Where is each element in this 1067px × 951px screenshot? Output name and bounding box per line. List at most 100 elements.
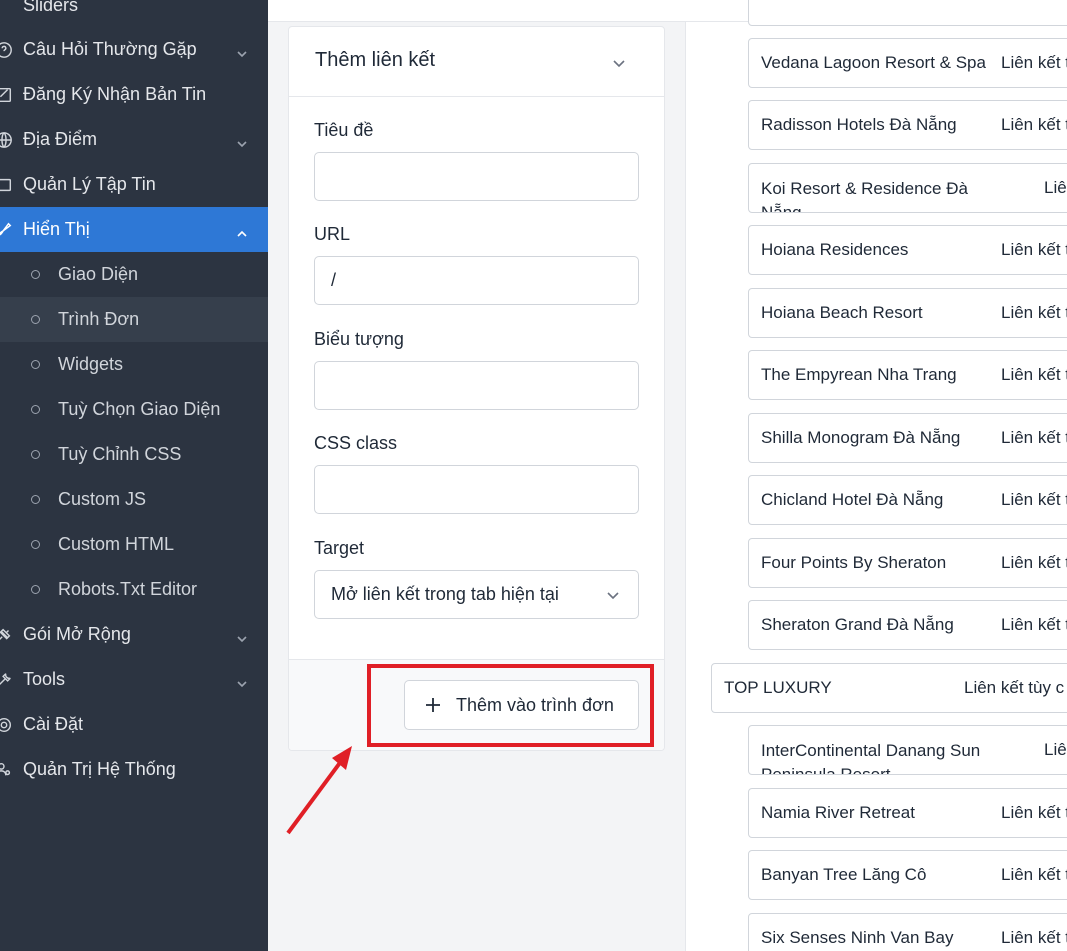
url-label: URL <box>314 224 351 244</box>
tools-icon <box>0 670 14 690</box>
menu-item[interactable]: Chicland Hotel Đà Nẵng Liên kết t <box>748 475 1067 525</box>
menu-item-type: Liên kết tùy c <box>964 678 1065 697</box>
sidebar-subitem-robots[interactable]: Robots.Txt Editor <box>0 567 268 612</box>
css-class-label: CSS class <box>314 433 398 453</box>
sidebar-item-settings[interactable]: Cài Đặt <box>0 702 268 747</box>
menu-item-type: Liên kết t <box>1001 428 1067 447</box>
menu-item-name: Koi Resort & Residence Đà Nẵng <box>761 179 968 213</box>
circle-icon <box>31 585 40 594</box>
menu-item-type: Liên kết t <box>1001 53 1067 72</box>
sidebar-subitem-custom-html[interactable]: Custom HTML <box>0 522 268 567</box>
menu-item-name: TOP LUXURY <box>724 678 832 697</box>
faq-icon <box>0 40 14 60</box>
menu-item[interactable]: Vedana Lagoon Resort & Spa Liên kết t <box>748 38 1067 88</box>
brush-icon <box>0 220 14 240</box>
sidebar-subitem-label: Custom HTML <box>58 534 175 554</box>
sidebar-subitem-custom-css[interactable]: Tuỳ Chỉnh CSS <box>0 432 268 477</box>
menu-item[interactable]: Four Points By Sheraton Liên kết t <box>748 538 1067 588</box>
sidebar-item-label: Câu Hỏi Thường Gặp <box>23 39 197 59</box>
circle-icon <box>31 405 40 414</box>
sidebar-subitem-theme-options[interactable]: Tuỳ Chọn Giao Diện <box>0 387 268 432</box>
sidebar-item-locations[interactable]: Địa Điểm <box>0 117 268 162</box>
chevron-down-icon <box>236 134 248 147</box>
sidebar-subitem-label: Widgets <box>58 354 124 374</box>
menu-item[interactable]: InterContinental Danang Sun Peninsula Re… <box>748 725 1067 775</box>
target-select-value: Mở liên kết trong tab hiện tại <box>331 584 559 604</box>
menu-item[interactable]: Namia River Retreat Liên kết t <box>748 788 1067 838</box>
menu-item-type: Liê <box>1044 178 1067 197</box>
menu-item-name: Sheraton Grand Đà Nẵng <box>761 615 954 634</box>
icon-input[interactable] <box>314 361 639 410</box>
chevron-down-icon <box>236 44 248 57</box>
sidebar-item-tools[interactable]: Tools <box>0 657 268 702</box>
sidebar-subitem-widgets[interactable]: Widgets <box>0 342 268 387</box>
menu-item[interactable]: Six Senses Ninh Van Bay Liên kết t <box>748 913 1067 951</box>
card-title: Thêm liên kết <box>315 49 436 71</box>
css-class-input[interactable] <box>314 465 639 514</box>
menu-item-type: Liên kết t <box>1001 365 1067 384</box>
sidebar-item-label: Sliders <box>23 0 79 15</box>
sidebar-subitem-label: Custom JS <box>58 489 147 509</box>
circle-icon <box>31 450 40 459</box>
menu-item-name: Shilla Monogram Đà Nẵng <box>761 428 961 447</box>
title-label: Tiêu đề <box>314 120 374 140</box>
sidebar-item-platform-admin[interactable]: Quản Trị Hệ Thống <box>0 747 268 792</box>
sidebar-subitem-custom-js[interactable]: Custom JS <box>0 477 268 522</box>
menu-item-partial[interactable] <box>748 0 1067 26</box>
menu-item-name: Hoiana Beach Resort <box>761 303 923 322</box>
target-select[interactable]: Mở liên kết trong tab hiện tại <box>314 570 639 619</box>
card-header[interactable]: Thêm liên kết <box>289 27 664 97</box>
sidebar-item-media[interactable]: Quản Lý Tập Tin <box>0 162 268 207</box>
menu-item-type: Liên kết t <box>1001 803 1067 822</box>
menu-item-name: Chicland Hotel Đà Nẵng <box>761 490 944 509</box>
sidebar-subitem-menus[interactable]: Trình Đơn <box>0 297 268 342</box>
sidebar-subitem-themes[interactable]: Giao Diện <box>0 252 268 297</box>
menu-item-name: Banyan Tree Lăng Cô <box>761 865 927 884</box>
menu-item-name: The Empyrean Nha Trang <box>761 365 957 384</box>
sidebar-item-appearance[interactable]: Hiển Thị <box>0 207 268 252</box>
sidebar-item-plugins[interactable]: Gói Mở Rộng <box>0 612 268 657</box>
url-input[interactable]: / <box>314 256 639 305</box>
chevron-down-icon <box>236 629 248 642</box>
sidebar-item-label: Gói Mở Rộng <box>23 624 131 644</box>
sidebar-item-sliders[interactable]: Sliders <box>0 0 268 28</box>
menu-item-name: Four Points By Sheraton <box>761 553 947 572</box>
chevron-down-icon[interactable] <box>611 55 627 71</box>
title-input[interactable] <box>314 152 639 201</box>
menu-item[interactable]: Shilla Monogram Đà Nẵng Liên kết t <box>748 413 1067 463</box>
sidebar-item-label: Quản Trị Hệ Thống <box>23 759 176 779</box>
chevron-up-icon <box>236 224 248 237</box>
sidebar-item-label: Địa Điểm <box>23 129 98 149</box>
target-label: Target <box>314 538 365 558</box>
folder-icon <box>0 175 14 195</box>
menu-item-top-level[interactable]: TOP LUXURY Liên kết tùy c <box>711 663 1067 713</box>
menu-item[interactable]: Sheraton Grand Đà Nẵng Liên kết t <box>748 600 1067 650</box>
plugin-icon <box>0 625 14 645</box>
menu-item-type: Liê <box>1044 740 1067 759</box>
sidebar-subitem-label: Tuỳ Chỉnh CSS <box>58 444 182 464</box>
menu-item[interactable]: Hoiana Beach Resort Liên kết t <box>748 288 1067 338</box>
menu-item-type: Liên kết t <box>1001 553 1067 572</box>
menu-item[interactable]: The Empyrean Nha Trang Liên kết t <box>748 350 1067 400</box>
menu-item-name: Namia River Retreat <box>761 803 915 822</box>
users-icon <box>0 760 14 780</box>
menu-item-name: Six Senses Ninh Van Bay <box>761 928 954 947</box>
menu-item-name: Hoiana Residences <box>761 240 909 259</box>
menu-item-type: Liên kết t <box>1001 490 1067 509</box>
icon-label: Biểu tượng <box>314 329 404 349</box>
sidebar-item-label: Quản Lý Tập Tin <box>23 174 156 194</box>
sidebar-item-faq[interactable]: Câu Hỏi Thường Gặp <box>0 27 268 72</box>
menu-item-name: Vedana Lagoon Resort & Spa <box>761 53 986 72</box>
circle-icon <box>31 270 40 279</box>
menu-item[interactable]: Hoiana Residences Liên kết t <box>748 225 1067 275</box>
menu-item[interactable]: Radisson Hotels Đà Nẵng Liên kết t <box>748 100 1067 150</box>
menu-item[interactable]: Banyan Tree Lăng Cô Liên kết t <box>748 850 1067 900</box>
menu-item[interactable]: Koi Resort & Residence Đà Nẵng Liê <box>748 163 1067 213</box>
menu-item-type: Liên kết t <box>1001 865 1067 884</box>
chevron-down-icon <box>236 674 248 687</box>
menu-item-name: InterContinental Danang Sun Peninsula Re… <box>761 741 981 775</box>
menu-item-type: Liên kết t <box>1001 615 1067 634</box>
sidebar-subitem-label: Tuỳ Chọn Giao Diện <box>58 399 221 419</box>
sidebar-item-newsletter[interactable]: Đăng Ký Nhận Bản Tin <box>0 72 268 117</box>
menu-item-type: Liên kết t <box>1001 303 1067 322</box>
